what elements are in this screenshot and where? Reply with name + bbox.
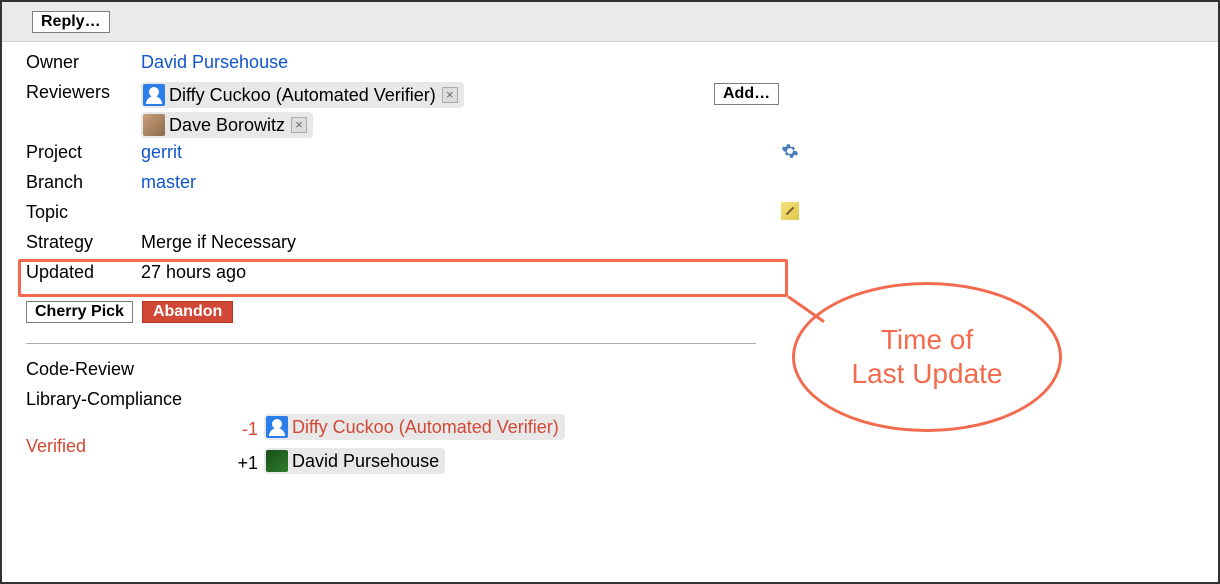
user-icon (143, 84, 165, 106)
reply-button[interactable]: Reply… (32, 11, 110, 33)
change-details: Owner David Pursehouse Reviewers Diffy C… (2, 42, 1218, 478)
toolbar: Reply… (2, 2, 1218, 42)
owner-link[interactable]: David Pursehouse (141, 52, 288, 73)
branch-link[interactable]: master (141, 172, 196, 193)
voter-name: Diffy Cuckoo (Automated Verifier) (292, 417, 559, 438)
verified-label: Verified (26, 436, 226, 457)
topic-label: Topic (26, 202, 141, 223)
project-link[interactable]: gerrit (141, 142, 182, 163)
project-settings-icon[interactable] (781, 142, 799, 165)
voter-chip[interactable]: Diffy Cuckoo (Automated Verifier) (264, 414, 565, 440)
strategy-value: Merge if Necessary (141, 232, 296, 253)
edit-topic-icon[interactable] (781, 202, 799, 225)
strategy-label: Strategy (26, 232, 141, 253)
user-icon (266, 416, 288, 438)
change-actions: Cherry Pick Abandon (26, 300, 1218, 323)
voter-chip[interactable]: David Pursehouse (264, 448, 445, 474)
cherry-pick-button[interactable]: Cherry Pick (26, 301, 133, 323)
abandon-button[interactable]: Abandon (142, 301, 233, 323)
add-reviewer-button[interactable]: Add… (714, 83, 779, 105)
project-label: Project (26, 142, 141, 163)
updated-label: Updated (26, 262, 141, 283)
owner-label: Owner (26, 52, 141, 73)
updated-value: 27 hours ago (141, 262, 246, 283)
voter-name: David Pursehouse (292, 451, 439, 472)
reviewers-label: Reviewers (26, 82, 141, 103)
remove-reviewer-icon[interactable]: × (442, 87, 458, 103)
reviewer-chip[interactable]: Diffy Cuckoo (Automated Verifier) × (141, 82, 464, 108)
remove-reviewer-icon[interactable]: × (291, 117, 307, 133)
vote-score: -1 (226, 419, 258, 440)
library-compliance-label: Library-Compliance (26, 389, 226, 410)
vote-score: +1 (226, 453, 258, 474)
branch-label: Branch (26, 172, 141, 193)
code-review-label: Code-Review (26, 359, 226, 380)
reviewer-name: Diffy Cuckoo (Automated Verifier) (169, 85, 436, 106)
reviewer-name: Dave Borowitz (169, 115, 285, 136)
divider (26, 343, 756, 344)
review-labels: Code-Review Library-Compliance Verified … (26, 354, 1218, 478)
reviewer-chip[interactable]: Dave Borowitz × (141, 112, 313, 138)
avatar (143, 114, 165, 136)
avatar (266, 450, 288, 472)
